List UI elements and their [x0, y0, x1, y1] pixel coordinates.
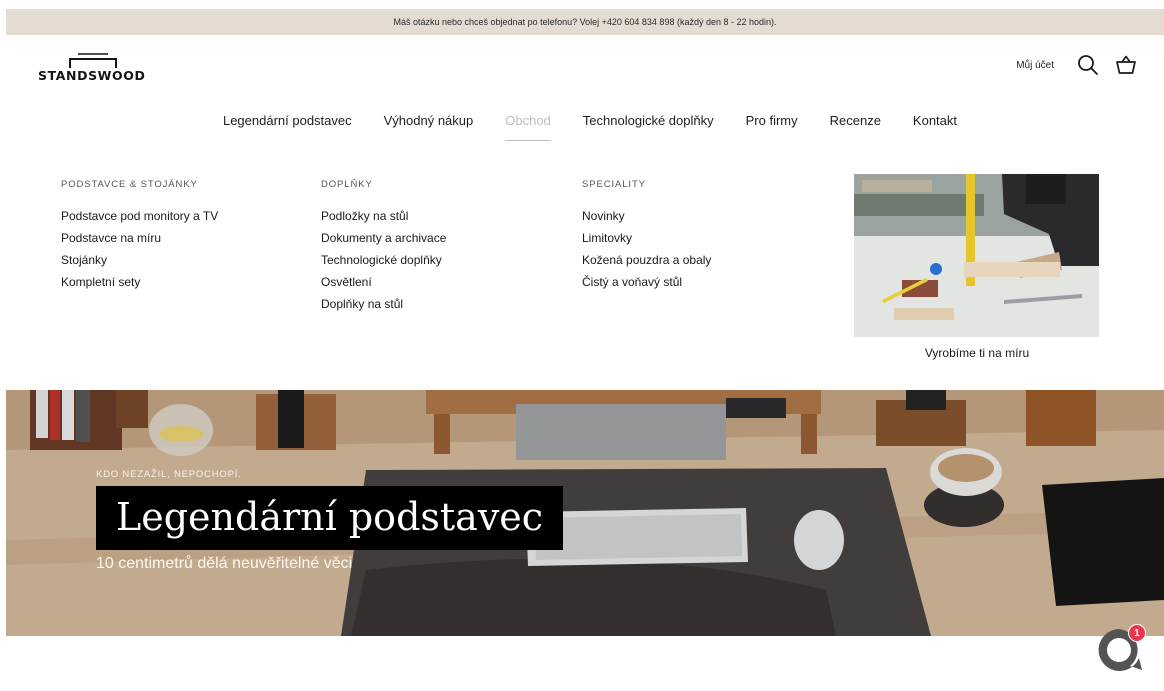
promo-image [854, 174, 1099, 337]
logo-text: STANDSWOOD [38, 68, 146, 83]
chat-widget[interactable]: 1 [1093, 624, 1146, 676]
promo-card[interactable]: Vyrobíme ti na míru [854, 174, 1100, 360]
nav-item-technologicke-doplnky[interactable]: Technologické doplňky [583, 113, 714, 141]
nav-item-vyhodny-nakup[interactable]: Výhodný nákup [384, 113, 474, 141]
mega-column-speciality: SPECIALITY Novinky Limitovky Kožená pouz… [582, 179, 711, 293]
announcement-bar: Máš otázku nebo chceš objednat po telefo… [6, 9, 1164, 35]
mega-link[interactable]: Podstavce na míru [61, 227, 218, 249]
mega-link[interactable]: Čistý a voňavý stůl [582, 271, 711, 293]
mega-link[interactable]: Limitovky [582, 227, 711, 249]
site-header: STANDSWOOD Můj účet Legendární podstavec… [6, 35, 1164, 390]
nav-item-recenze[interactable]: Recenze [830, 113, 881, 141]
hero-subtitle: 10 centimetrů dělá neuvěřitelné věci [96, 555, 353, 572]
nav-item-obchod[interactable]: Obchod [505, 113, 551, 141]
nav-item-legendarni-podstavec[interactable]: Legendární podstavec [223, 113, 352, 141]
hero-title: Legendární podstavec [96, 486, 564, 550]
mega-link[interactable]: Novinky [582, 205, 711, 227]
header-actions: Můj účet [1016, 53, 1138, 77]
mega-column-heading: PODSTAVCE & STOJÁNKY [61, 179, 198, 190]
chat-badge: 1 [1128, 624, 1146, 642]
hero-tagline: KDO NEZAŽIL, NEPOCHOPÍ. [96, 469, 242, 480]
mega-link[interactable]: Kožená pouzdra a obaly [582, 249, 711, 271]
mega-column-podstavce: PODSTAVCE & STOJÁNKY Podstavce pod monit… [61, 179, 218, 293]
mega-column-heading: SPECIALITY [582, 179, 646, 190]
hero-banner[interactable]: KDO NEZAŽIL, NEPOCHOPÍ. Legendární podst… [6, 390, 1164, 636]
mega-link[interactable]: Doplňky na stůl [321, 293, 446, 315]
account-link[interactable]: Můj účet [1016, 60, 1054, 71]
mega-column-doplnky: DOPLŇKY Podložky na stůl Dokumenty a arc… [321, 179, 446, 315]
mega-link[interactable]: Stojánky [61, 249, 218, 271]
cart-icon[interactable] [1114, 53, 1138, 77]
mega-link[interactable]: Podložky na stůl [321, 205, 446, 227]
mega-column-heading: DOPLŇKY [321, 179, 373, 190]
nav-item-kontakt[interactable]: Kontakt [913, 113, 957, 141]
mega-link[interactable]: Kompletní sety [61, 271, 218, 293]
mega-link[interactable]: Technologické doplňky [321, 249, 446, 271]
nav-item-pro-firmy[interactable]: Pro firmy [746, 113, 798, 141]
mega-link[interactable]: Osvětlení [321, 271, 446, 293]
main-nav: Legendární podstavec Výhodný nákup Obcho… [6, 113, 1164, 141]
logo-mark-icon [69, 53, 117, 68]
search-icon[interactable] [1076, 53, 1100, 77]
mega-link[interactable]: Dokumenty a archivace [321, 227, 446, 249]
announcement-text: Máš otázku nebo chceš objednat po telefo… [393, 17, 777, 27]
promo-caption: Vyrobíme ti na míru [924, 346, 1030, 360]
logo[interactable]: STANDSWOOD [38, 51, 158, 91]
mega-menu: PODSTAVCE & STOJÁNKY Podstavce pod monit… [6, 174, 1164, 379]
mega-link[interactable]: Podstavce pod monitory a TV [61, 205, 218, 227]
